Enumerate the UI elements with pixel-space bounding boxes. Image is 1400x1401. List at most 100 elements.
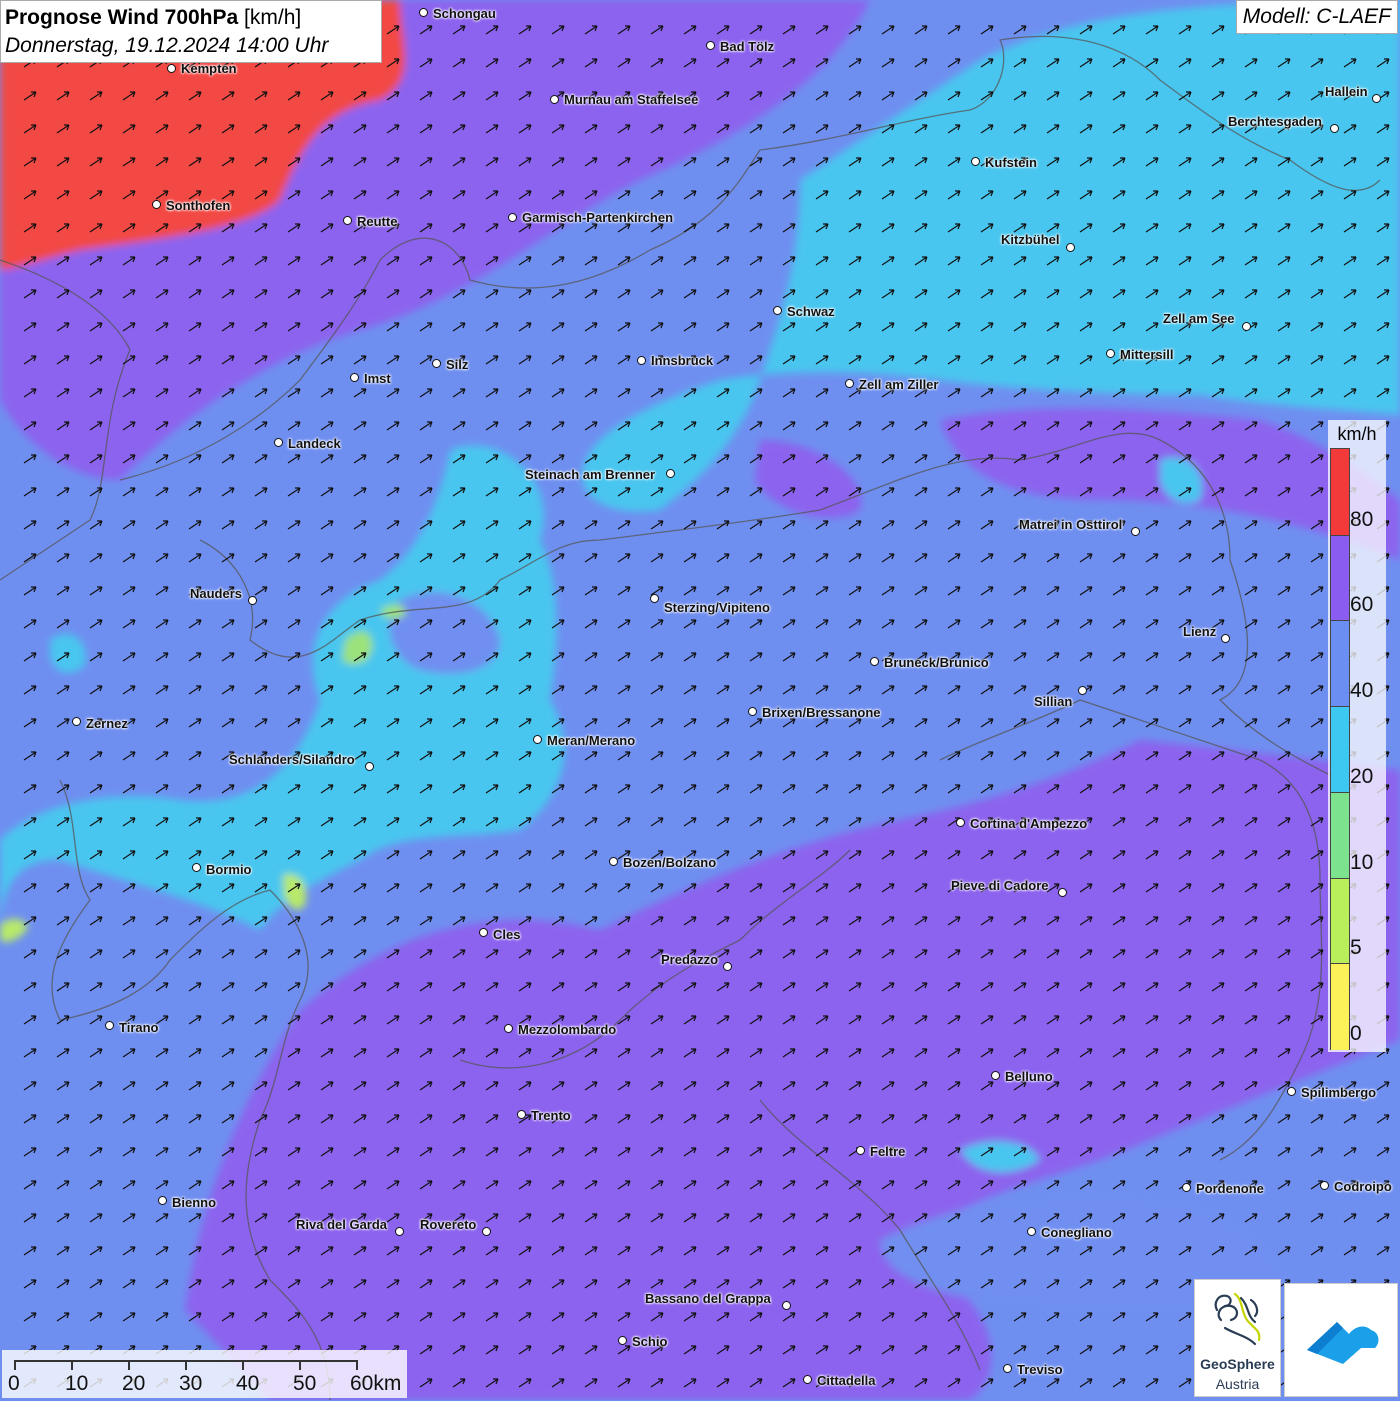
city-label: Nauders xyxy=(190,586,243,601)
city-marker xyxy=(508,213,517,222)
city-marker xyxy=(158,1196,167,1205)
city-label: Sterzing/Vipiteno xyxy=(664,600,770,615)
scale-label: 60km xyxy=(350,1372,402,1395)
city-label: Matrei in Osttirol xyxy=(1019,517,1123,532)
legend-label: 60 xyxy=(1350,593,1374,617)
scale-tick xyxy=(356,1360,358,1370)
city-label: Pieve di Cadore xyxy=(951,878,1049,893)
scale-tick xyxy=(128,1360,130,1370)
city-label: Mittersill xyxy=(1120,347,1174,362)
city-label: Zell am Ziller xyxy=(859,377,939,392)
city-marker xyxy=(1287,1087,1296,1096)
city-marker xyxy=(419,8,428,17)
city-label: Zell am See xyxy=(1163,311,1235,326)
scale-tick xyxy=(14,1360,16,1370)
city-label: Trento xyxy=(531,1108,571,1123)
city-label: Meran/Merano xyxy=(547,733,636,748)
city-marker xyxy=(1372,94,1381,103)
city-marker xyxy=(971,157,980,166)
city-marker xyxy=(72,717,81,726)
city-label: Lienz xyxy=(1183,624,1217,639)
city-marker xyxy=(1320,1181,1329,1190)
title-panel: Prognose Wind 700hPa [km/h] Donnerstag, … xyxy=(0,0,382,63)
city-label: Cittadella xyxy=(817,1373,876,1388)
legend-label: 20 xyxy=(1350,764,1374,788)
city-marker xyxy=(248,596,257,605)
city-marker xyxy=(1330,124,1339,133)
geosphere-logo: GeoSphere Austria xyxy=(1194,1279,1281,1397)
legend-swatch xyxy=(1331,791,1349,879)
city-marker xyxy=(845,379,854,388)
city-marker xyxy=(706,41,715,50)
city-marker xyxy=(274,438,283,447)
city-marker xyxy=(167,64,176,73)
geosphere-country: Austria xyxy=(1215,1376,1260,1392)
city-label: Riva del Garda xyxy=(296,1217,388,1232)
legend-swatch xyxy=(1331,706,1349,793)
forecast-datetime: Donnerstag, 19.12.2024 14:00 Uhr xyxy=(5,34,329,57)
city-label: Schio xyxy=(632,1334,668,1349)
city-label: Hallein xyxy=(1325,84,1368,99)
city-marker xyxy=(618,1336,627,1345)
city-marker xyxy=(856,1146,865,1155)
city-marker xyxy=(152,200,161,209)
city-label: Silz xyxy=(446,357,469,372)
city-label: Bormio xyxy=(206,862,252,877)
city-label: Imst xyxy=(364,371,391,386)
city-label: Zernez xyxy=(86,716,128,731)
city-label: Belluno xyxy=(1005,1069,1053,1084)
city-marker xyxy=(870,657,879,666)
legend-label: 0 xyxy=(1350,1022,1362,1045)
city-marker xyxy=(432,359,441,368)
city-label: Sonthofen xyxy=(166,198,231,213)
city-label: Innsbruck xyxy=(651,353,714,368)
legend-label: 5 xyxy=(1350,936,1362,960)
legend-swatch xyxy=(1331,449,1349,535)
city-marker xyxy=(192,863,201,872)
city-marker xyxy=(803,1375,812,1384)
city-label: Brixen/Bressanone xyxy=(762,705,881,720)
city-marker xyxy=(1182,1183,1191,1192)
city-label: Kempten xyxy=(181,61,237,76)
legend-label: 40 xyxy=(1350,679,1374,703)
city-marker xyxy=(1221,634,1230,643)
city-label: Berchtesgaden xyxy=(1228,114,1322,129)
city-marker xyxy=(1027,1227,1036,1236)
scale-label: 0 xyxy=(8,1372,20,1395)
legend-unit: km/h xyxy=(1337,424,1377,444)
map-title: Prognose Wind 700hPa xyxy=(5,6,239,29)
legend-swatch xyxy=(1331,963,1349,1050)
city-label: Codroipo xyxy=(1334,1179,1392,1194)
scale-bar: 0 10 20 30 40 50 60km xyxy=(2,1350,407,1398)
city-marker xyxy=(723,962,732,971)
city-label: Pordenone xyxy=(1196,1181,1264,1196)
city-label: Feltre xyxy=(870,1144,906,1159)
geosphere-name: GeoSphere xyxy=(1200,1356,1275,1372)
city-label: Mezzolombardo xyxy=(518,1022,617,1037)
city-marker xyxy=(1131,527,1140,536)
city-label: Rovereto xyxy=(420,1217,477,1232)
city-label: Schongau xyxy=(433,6,496,21)
city-label: Bruneck/Brunico xyxy=(884,655,989,670)
city-label: Bienno xyxy=(172,1195,217,1210)
city-label: Treviso xyxy=(1017,1362,1063,1377)
city-label: Cles xyxy=(493,927,521,942)
weather-app-icon xyxy=(1307,1322,1379,1364)
geosphere-emblem-icon xyxy=(1214,1292,1261,1346)
city-label: Murnau am Staffelsee xyxy=(564,92,699,107)
city-marker xyxy=(991,1071,1000,1080)
city-marker xyxy=(1106,349,1115,358)
color-legend: km/h 80 60 40 20 10 5 0 xyxy=(1328,420,1386,1052)
scale-tick xyxy=(71,1360,73,1370)
city-marker xyxy=(956,818,965,827)
legend-swatch xyxy=(1331,534,1349,622)
scale-tick xyxy=(299,1360,301,1370)
scale-label: 20 xyxy=(122,1372,146,1395)
scale-label: 10 xyxy=(65,1372,89,1395)
city-label: Conegliano xyxy=(1041,1225,1112,1240)
city-marker xyxy=(1058,888,1067,897)
city-marker xyxy=(343,216,352,225)
city-marker xyxy=(748,707,757,716)
city-marker xyxy=(650,594,659,603)
city-label: Schlanders/Silandro xyxy=(229,752,355,767)
